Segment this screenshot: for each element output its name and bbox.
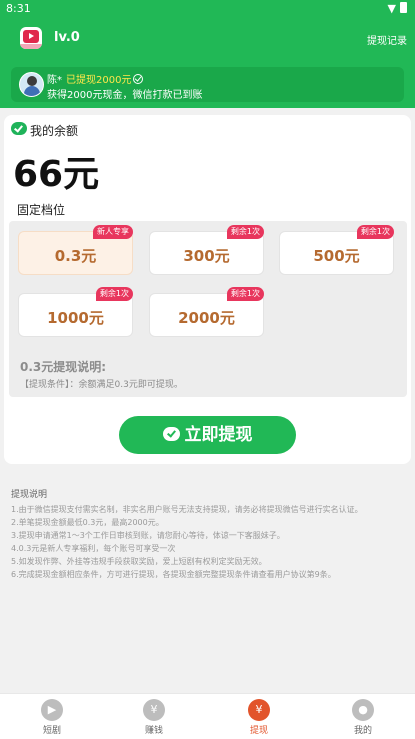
tier-option-2000[interactable]: 2000元 剩余1次 bbox=[149, 287, 264, 337]
app-logo-icon bbox=[20, 27, 42, 49]
wechat-icon bbox=[162, 427, 180, 441]
info-list: 1.由于微信提现支付需实名制，非实名用户账号无法支持提现，请务必将提现微信号进行… bbox=[11, 503, 411, 581]
money-bag-icon: ¥ bbox=[143, 699, 165, 721]
notice-line1: 陈* 已提现2000元 bbox=[47, 71, 144, 86]
tier-tag: 剩余1次 bbox=[226, 225, 264, 239]
tier-option-500[interactable]: 500元 剩余1次 bbox=[279, 225, 394, 275]
balance-card: 我的余额 66元 固定档位 0.3元 新人专享 300元 剩余1次 500元 剩… bbox=[4, 115, 411, 464]
withdraw-notice-banner: 陈* 已提现2000元 获得2000元现金，微信打款已到账 bbox=[11, 67, 404, 102]
tier-amount: 1000元 bbox=[47, 309, 104, 327]
header: 8:31 ▼ lv.0 提现记录 陈* 已提现2000元 获得2000元现金，微信… bbox=[0, 0, 415, 108]
wifi-icon: ▼ bbox=[387, 2, 396, 15]
status-bar: 8:31 ▼ bbox=[0, 0, 415, 18]
tier-amount: 300元 bbox=[183, 247, 230, 265]
tier-option-300[interactable]: 300元 剩余1次 bbox=[149, 225, 264, 275]
info-item: 5.如发现作弊、外挂等违规手段获取奖励，爱上短剧有权利定奖励无效。 bbox=[11, 557, 267, 566]
explanation-title: 0.3元提现说明: bbox=[20, 360, 107, 374]
user-icon: ● bbox=[352, 699, 374, 721]
tier-amount: 500元 bbox=[313, 247, 360, 265]
notice-headline: 已提现2000元 bbox=[66, 75, 132, 86]
tier-tag: 剩余1次 bbox=[95, 287, 133, 301]
balance-title: 我的余额 bbox=[30, 124, 79, 138]
bottom-tab-bar: ▶ 短剧 ¥ 赚钱 ¥ 提现 ● 我的 bbox=[0, 693, 415, 739]
video-icon: ▶ bbox=[41, 699, 63, 721]
notice-detail: 获得2000元现金，微信打款已到账 bbox=[47, 90, 203, 101]
tab-earn[interactable]: ¥ 赚钱 bbox=[124, 699, 184, 736]
withdraw-button[interactable]: 立即提现 bbox=[119, 416, 296, 454]
tier-option-1000[interactable]: 1000元 剩余1次 bbox=[18, 287, 133, 337]
withdraw-icon: ¥ bbox=[248, 699, 270, 721]
tier-amount: 2000元 bbox=[178, 309, 235, 327]
battery-icon bbox=[400, 2, 407, 13]
user-level: lv.0 bbox=[54, 30, 80, 45]
tier-amount: 0.3元 bbox=[54, 247, 97, 265]
notice-user: 陈* bbox=[47, 75, 62, 86]
balance-value: 66元 bbox=[13, 154, 100, 195]
tab-label: 短剧 bbox=[42, 726, 61, 736]
withdraw-record-link[interactable]: 提现记录 bbox=[367, 32, 407, 47]
info-item: 1.由于微信提现支付需实名制，非实名用户账号无法支持提现，请务必将提现微信号进行… bbox=[11, 505, 363, 514]
system-icons: ▼ bbox=[388, 2, 407, 15]
status-time: 8:31 bbox=[6, 2, 31, 15]
tab-withdraw[interactable]: ¥ 提现 bbox=[229, 699, 289, 736]
check-circle-icon bbox=[133, 74, 144, 84]
info-title: 提现说明 bbox=[11, 490, 48, 500]
tab-mine[interactable]: ● 我的 bbox=[333, 699, 393, 736]
tab-label: 赚钱 bbox=[144, 726, 163, 736]
explanation-text: 【提现条件】：余额满足0.3元即可提现。 bbox=[20, 380, 183, 390]
info-item: 3.提现申请通常1～3个工作日审核到账，请您耐心等待，体谅一下客服妹子。 bbox=[11, 531, 285, 540]
tier-section-title: 固定档位 bbox=[17, 203, 66, 217]
avatar bbox=[19, 72, 44, 97]
tab-label: 提现 bbox=[249, 726, 268, 736]
tier-tag: 新人专享 bbox=[93, 225, 133, 239]
withdraw-button-label: 立即提现 bbox=[184, 425, 253, 445]
tab-label: 我的 bbox=[353, 726, 372, 736]
tab-short-drama[interactable]: ▶ 短剧 bbox=[22, 699, 82, 736]
tier-tag: 剩余1次 bbox=[356, 225, 394, 239]
info-item: 4.0.3元是新人专享福利，每个账号可享受一次 bbox=[11, 544, 176, 553]
info-item: 2.单笔提现金额最低0.3元，最高2000元。 bbox=[11, 518, 164, 527]
tier-option-0-3[interactable]: 0.3元 新人专享 bbox=[18, 225, 133, 275]
wechat-icon bbox=[11, 122, 27, 135]
info-item: 6.完成提现金额相应条件，方可进行提现，各提现金额完整提现条件请查看用户协议第9… bbox=[11, 570, 336, 579]
tier-tag: 剩余1次 bbox=[226, 287, 264, 301]
